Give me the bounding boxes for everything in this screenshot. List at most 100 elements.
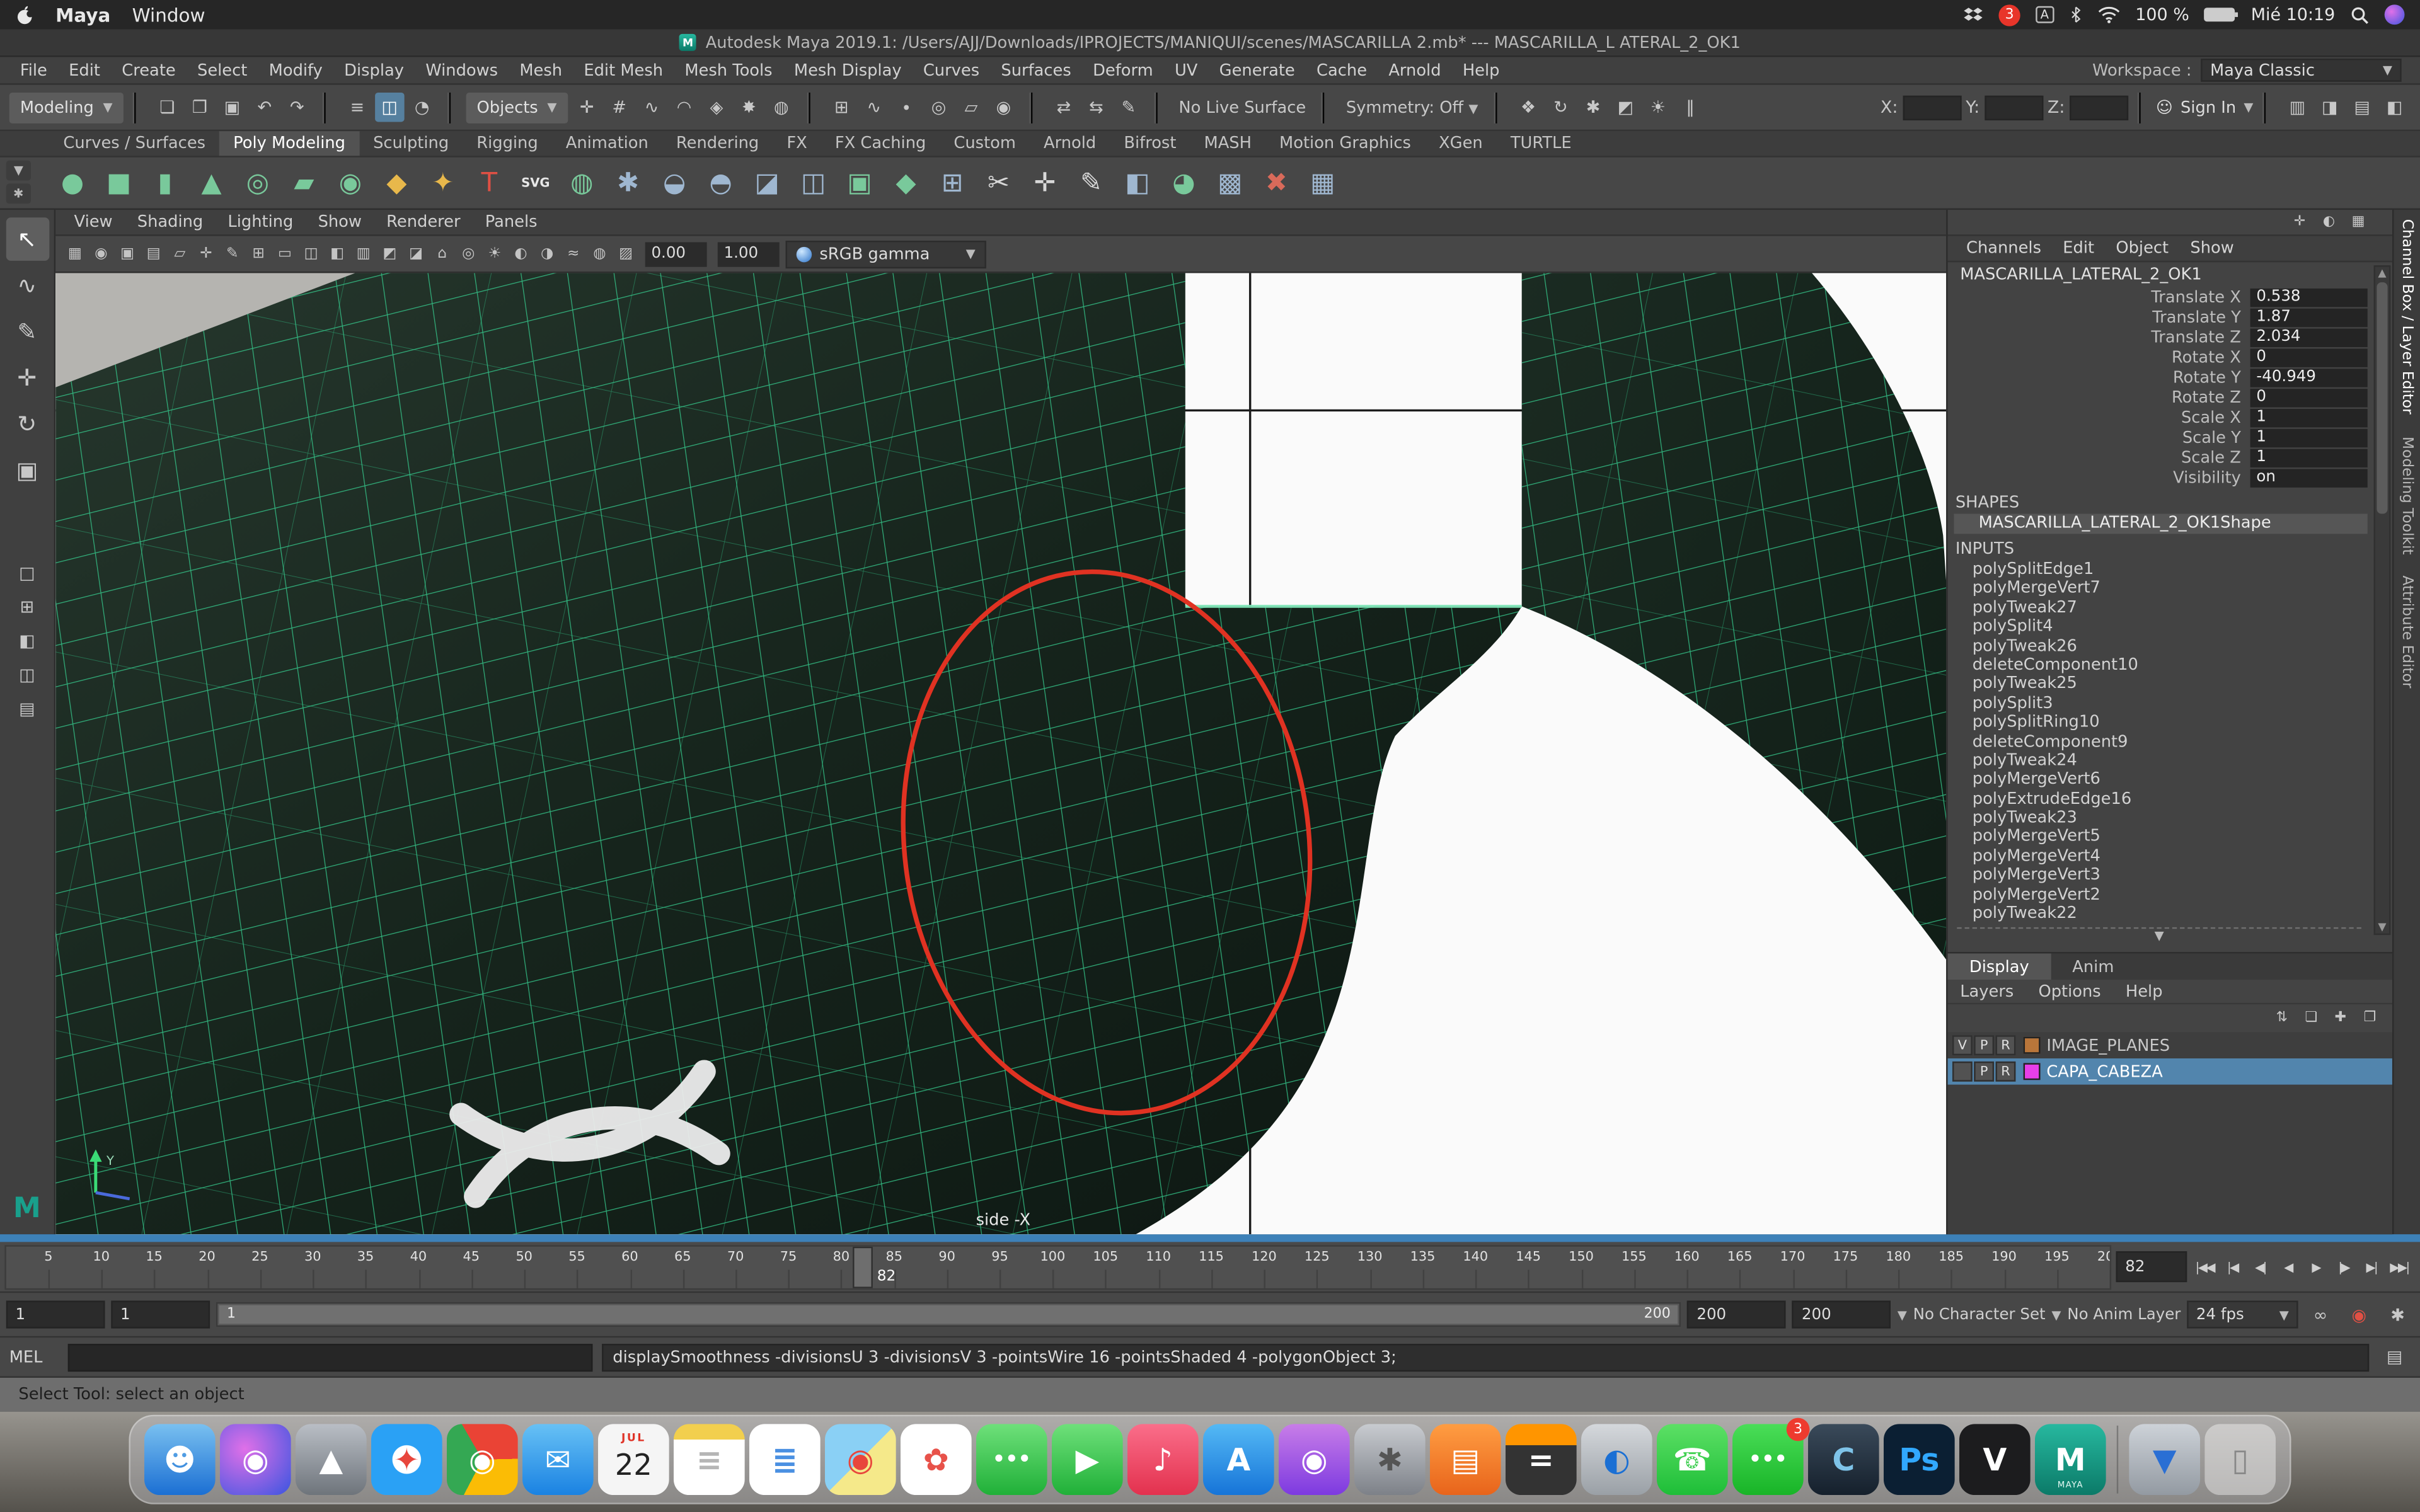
- step-back-key-button[interactable]: |◀: [2220, 1254, 2246, 1280]
- panel-menu-view[interactable]: View: [62, 213, 125, 231]
- shelf-tab-sculpting[interactable]: Sculpting: [359, 131, 463, 156]
- play-forwards-button[interactable]: ▶: [2303, 1254, 2329, 1280]
- mirror-icon[interactable]: ◧: [1114, 159, 1160, 205]
- input-node-polytweak23[interactable]: polyTweak23: [1948, 808, 2392, 827]
- mask-handles-icon[interactable]: ✛: [572, 93, 602, 122]
- tab-display[interactable]: Display: [1948, 954, 2051, 981]
- open-scene-icon[interactable]: ❐: [185, 93, 215, 122]
- bluetooth-icon[interactable]: [2069, 4, 2082, 25]
- layer-color-swatch[interactable]: [2024, 1038, 2041, 1055]
- channels-manipulator-icon[interactable]: ✛: [2289, 212, 2310, 233]
- layer-color-swatch[interactable]: [2024, 1063, 2041, 1080]
- x-input[interactable]: [1903, 95, 1961, 120]
- input-node-polymergevert6[interactable]: polyMergeVert6: [1948, 770, 2392, 789]
- menu-select[interactable]: Select: [187, 61, 258, 79]
- ipr-render-icon[interactable]: ↻: [1546, 93, 1576, 122]
- panel-menu-show[interactable]: Show: [306, 213, 374, 231]
- step-forward-frame-button[interactable]: |▶: [2331, 1254, 2357, 1280]
- panel-menu-shading[interactable]: Shading: [125, 213, 216, 231]
- field-chart-icon[interactable]: ▥: [350, 241, 377, 267]
- command-language-toggle[interactable]: MEL: [9, 1348, 59, 1366]
- notes-app-icon[interactable]: ≡: [674, 1424, 745, 1495]
- frame-selection-icon[interactable]: ◎: [455, 241, 481, 267]
- animation-start-field[interactable]: 1: [6, 1300, 105, 1328]
- multisample-icon[interactable]: ◍: [587, 241, 613, 267]
- lasso-tool-icon[interactable]: ∿: [6, 264, 49, 307]
- construction-plane-icon[interactable]: ✱: [605, 159, 651, 205]
- siri-icon[interactable]: [2385, 4, 2405, 25]
- character-set-dropdown[interactable]: ▼No Character Set: [1898, 1306, 2046, 1323]
- layer-menu-layers[interactable]: Layers: [1948, 983, 2026, 1001]
- channel-attr-value[interactable]: 1.87: [2250, 308, 2368, 326]
- layout-four-pane-icon[interactable]: ⊞: [6, 591, 49, 622]
- make-live-icon[interactable]: ◉: [989, 93, 1018, 122]
- grease-pencil-icon[interactable]: ✎: [219, 241, 246, 267]
- menu-cache[interactable]: Cache: [1306, 61, 1378, 79]
- select-tool-icon[interactable]: ↖: [6, 217, 49, 261]
- quad-draw-icon[interactable]: ✎: [1068, 159, 1114, 205]
- finder-app-icon[interactable]: ☻: [144, 1424, 216, 1495]
- sign-in-button[interactable]: ☺Sign In▼: [2156, 98, 2254, 117]
- books-app-icon[interactable]: ▤: [1430, 1424, 1501, 1495]
- mask-surfaces-icon[interactable]: ◠: [669, 93, 699, 122]
- mask-rendering-icon[interactable]: ◍: [767, 93, 797, 122]
- lighting-icon[interactable]: ☀: [481, 241, 508, 267]
- shelf-tab-animation[interactable]: Animation: [552, 131, 662, 156]
- toggle-tool-settings-icon[interactable]: ▤: [2348, 93, 2377, 122]
- shelf-tab-arnold[interactable]: Arnold: [1030, 131, 1110, 156]
- hypershade-icon[interactable]: ◩: [1611, 93, 1640, 122]
- apple-menu-icon[interactable]: [15, 4, 33, 25]
- menu-mesh-tools[interactable]: Mesh Tools: [674, 61, 783, 79]
- input-node-polymergevert3[interactable]: polyMergeVert3: [1948, 866, 2392, 885]
- menu-generate[interactable]: Generate: [1209, 61, 1306, 79]
- channel-menu-edit[interactable]: Edit: [2054, 239, 2104, 258]
- sweep-mesh-icon[interactable]: ◍: [559, 159, 605, 205]
- mac-menu-window[interactable]: Window: [132, 4, 205, 25]
- menu-mesh[interactable]: Mesh: [509, 61, 573, 79]
- channel-menu-channels[interactable]: Channels: [1957, 239, 2050, 258]
- mask-curves-icon[interactable]: ∿: [637, 93, 667, 122]
- frame-all-icon[interactable]: ⌂: [429, 241, 456, 267]
- snap-to-grid-icon[interactable]: ⊞: [827, 93, 856, 122]
- safe-action-icon[interactable]: ◩: [377, 241, 403, 267]
- menu-deform[interactable]: Deform: [1082, 61, 1164, 79]
- reminders-app-icon[interactable]: ≣: [749, 1424, 821, 1495]
- input-node-polysplitedge1[interactable]: polySplitEdge1: [1948, 560, 2392, 579]
- shelf-tab-fx[interactable]: FX: [773, 131, 821, 156]
- shelf-tab-xgen[interactable]: XGen: [1425, 131, 1497, 156]
- bookmarks-icon[interactable]: ▤: [141, 241, 167, 267]
- layer-menu-options[interactable]: Options: [2026, 983, 2113, 1001]
- super-shape-icon[interactable]: ✦: [420, 159, 466, 205]
- light-editor-icon[interactable]: ☀: [1643, 93, 1673, 122]
- go-to-start-button[interactable]: |◀◀: [2192, 1254, 2218, 1280]
- poly-sphere-icon[interactable]: ●: [49, 159, 95, 205]
- panel-menu-panels[interactable]: Panels: [473, 213, 550, 231]
- bevel-icon[interactable]: ◆: [883, 159, 929, 205]
- menu-bar-clock[interactable]: Mié 10:19: [2251, 4, 2336, 25]
- capture-one-app-icon[interactable]: C: [1808, 1424, 1879, 1495]
- toggle-attribute-editor-icon[interactable]: ◨: [2315, 93, 2344, 122]
- type-tool-icon[interactable]: T: [466, 159, 512, 205]
- shadows-icon[interactable]: ◐: [508, 241, 534, 267]
- menu-modify[interactable]: Modify: [258, 61, 334, 79]
- launchpad-app-icon[interactable]: ▲: [296, 1424, 367, 1495]
- safe-title-icon[interactable]: ◪: [403, 241, 429, 267]
- go-to-end-button[interactable]: ▶▶|: [2386, 1254, 2412, 1280]
- layout-single-pane-icon[interactable]: □: [6, 557, 49, 588]
- channel-menu-show[interactable]: Show: [2181, 239, 2244, 258]
- preview-app-icon[interactable]: ◐: [1581, 1424, 1652, 1495]
- z-input[interactable]: [2070, 95, 2128, 120]
- channel-menu-object[interactable]: Object: [2107, 239, 2178, 258]
- channel-attr-value[interactable]: 0: [2250, 388, 2368, 406]
- grid-toggle-icon[interactable]: ⊞: [245, 241, 272, 267]
- pause-viewport-icon[interactable]: ‖: [1676, 93, 1705, 122]
- render-settings-icon[interactable]: ✱: [1579, 93, 1608, 122]
- extrude-icon[interactable]: ▣: [836, 159, 882, 205]
- mask-deformations-icon[interactable]: ◈: [702, 93, 732, 122]
- snap-to-projected-center-icon[interactable]: ◎: [924, 93, 954, 122]
- system-preferences-icon[interactable]: ✱: [1354, 1424, 1426, 1495]
- select-camera-icon[interactable]: ▦: [62, 241, 88, 267]
- range-bar[interactable]: 1 200: [216, 1302, 1681, 1327]
- command-input[interactable]: [68, 1343, 593, 1371]
- snap-together-icon[interactable]: ▦: [1299, 159, 1345, 205]
